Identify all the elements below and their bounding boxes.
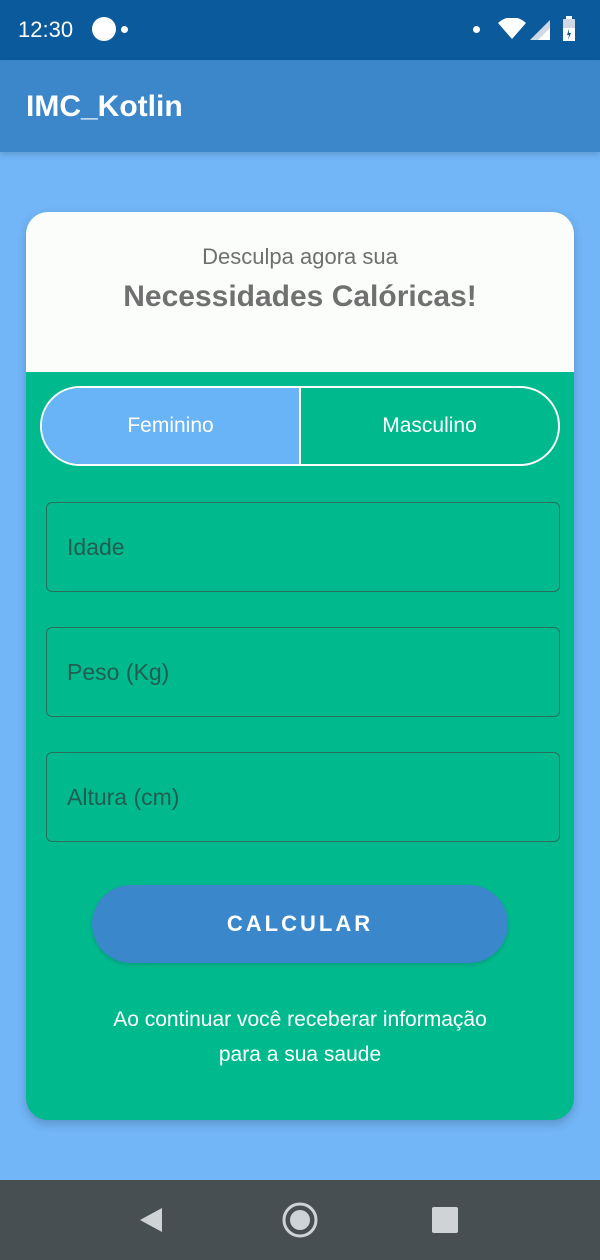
height-input[interactable] bbox=[47, 753, 559, 841]
card-headline: Necessidades Calóricas! bbox=[123, 280, 477, 313]
gender-option-label: Masculino bbox=[382, 414, 477, 437]
info-line-1: Ao continuar você receberar informação bbox=[113, 1008, 487, 1031]
notification-small-dot-icon bbox=[121, 26, 128, 33]
calculate-button[interactable]: CALCULAR bbox=[92, 885, 508, 963]
status-dot-icon bbox=[473, 26, 480, 33]
gender-option-masculino[interactable]: Masculino bbox=[301, 388, 558, 464]
info-line-2: para a sua saude bbox=[218, 1043, 382, 1066]
info-text: Ao continuar você receberar informação p… bbox=[66, 1002, 534, 1072]
age-field bbox=[46, 502, 560, 592]
weight-input[interactable] bbox=[47, 628, 559, 716]
height-field bbox=[46, 752, 560, 842]
home-icon[interactable] bbox=[282, 1202, 318, 1238]
back-icon[interactable] bbox=[140, 1208, 164, 1232]
card-header: Desculpa agora sua Necessidades Calórica… bbox=[26, 212, 574, 372]
weight-field bbox=[46, 627, 560, 717]
card-subtitle: Desculpa agora sua bbox=[202, 244, 398, 269]
app-bar: IMC_Kotlin bbox=[0, 60, 600, 152]
wifi-icon bbox=[498, 18, 526, 39]
battery-icon bbox=[563, 16, 575, 41]
recents-icon[interactable] bbox=[432, 1207, 458, 1233]
calorie-card: Desculpa agora sua Necessidades Calórica… bbox=[26, 212, 574, 1120]
notification-dot-icon bbox=[92, 17, 116, 41]
navigation-bar bbox=[0, 1180, 600, 1260]
gender-toggle: Feminino Masculino bbox=[40, 386, 560, 466]
signal-icon bbox=[530, 20, 550, 40]
age-input[interactable] bbox=[47, 503, 559, 591]
status-time: 12:30 bbox=[18, 17, 74, 42]
gender-option-label: Feminino bbox=[127, 414, 214, 437]
gender-option-feminino[interactable]: Feminino bbox=[42, 388, 301, 464]
app-title: IMC_Kotlin bbox=[26, 90, 183, 123]
status-bar: 12:30 bbox=[0, 0, 600, 60]
